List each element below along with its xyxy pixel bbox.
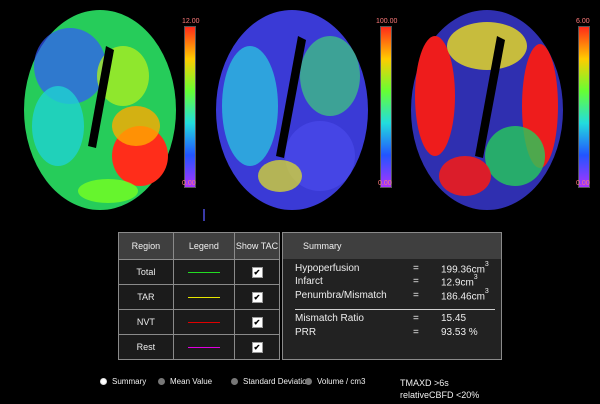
radio-icon[interactable] xyxy=(231,378,238,386)
option-volume[interactable]: Volume / cm3 xyxy=(305,377,365,386)
colorbar-middle-max: 100.00 xyxy=(376,18,398,25)
perfusion-map-left xyxy=(18,6,183,211)
colorbar-left-min: 0.00 xyxy=(182,180,196,187)
show-tac-checkbox-nvt[interactable]: ✔ xyxy=(251,316,263,328)
summary-label: Mismatch Ratio xyxy=(295,313,364,324)
summary-row-hypoperfusion: Hypoperfusion = 199.36cm3 xyxy=(295,261,489,276)
summary-value: 12.9cm xyxy=(441,277,474,289)
summary-label: Infarct xyxy=(295,276,323,287)
summary-divider xyxy=(295,309,495,310)
colorbar-right xyxy=(578,26,590,188)
summary-row-infarct: Infarct = 12.9cm3 xyxy=(295,274,478,289)
summary-row-mismatch-ratio: Mismatch Ratio = 15.45 xyxy=(295,313,467,324)
region-name: NVT xyxy=(118,309,174,335)
legend-line-tar xyxy=(187,297,220,299)
summary-value: 93.53 % xyxy=(441,327,478,338)
colorbar-right-max: 6.00 xyxy=(576,18,590,25)
summary-row-penumbra: Penumbra/Mismatch = 186.46cm3 xyxy=(295,288,489,303)
table-row: NVT ✔ xyxy=(118,309,280,335)
region-name: Rest xyxy=(118,334,174,360)
colorbar-middle xyxy=(380,26,392,188)
radio-icon[interactable] xyxy=(305,378,312,386)
option-summary[interactable]: Summary xyxy=(100,377,146,386)
summary-row-prr: PRR = 93.53 % xyxy=(295,327,478,338)
legend-line-nvt xyxy=(187,322,220,324)
threshold-cbf: relativeCBFD <20% xyxy=(400,390,480,400)
table-row: Total ✔ xyxy=(118,259,280,285)
slice-position-marker[interactable] xyxy=(203,209,205,221)
legend-line-total xyxy=(187,272,220,274)
summary-value: 15.45 xyxy=(441,313,467,324)
perfusion-map-middle xyxy=(210,6,375,211)
colorbar-left-max: 12.00 xyxy=(182,18,200,25)
summary-label: Hypoperfusion xyxy=(295,263,360,274)
option-standard-deviation[interactable]: Standard Deviation xyxy=(231,377,311,386)
table-row: TAR ✔ xyxy=(118,284,280,310)
summary-label: PRR xyxy=(295,327,317,338)
legend-header: Legend xyxy=(172,232,236,260)
perfusion-map-right xyxy=(405,6,570,211)
summary-label: Penumbra/Mismatch xyxy=(295,290,387,301)
colorbar-left xyxy=(184,26,196,188)
show-tac-checkbox-tar[interactable]: ✔ xyxy=(251,291,263,303)
region-table: Region Legend Show TAC Total ✔ TAR ✔ NVT… xyxy=(118,232,280,360)
region-name: Total xyxy=(118,259,174,285)
table-row: Rest ✔ xyxy=(118,334,280,360)
summary-title: Summary xyxy=(283,233,501,259)
threshold-tmax: TMAXD >6s xyxy=(400,378,449,388)
radio-selected-icon[interactable] xyxy=(100,378,107,386)
show-tac-checkbox-total[interactable]: ✔ xyxy=(251,266,263,278)
summary-value: 186.46cm xyxy=(441,291,485,303)
threshold-info: TMAXD >6s relativeCBFD <20% xyxy=(400,377,479,401)
region-name: TAR xyxy=(118,284,174,310)
summary-panel: Summary Hypoperfusion = 199.36cm3 Infarc… xyxy=(282,232,502,360)
summary-value: 199.36cm xyxy=(441,264,485,276)
show-tac-header: Show TAC xyxy=(234,232,280,260)
legend-line-rest xyxy=(187,347,220,349)
option-mean-value[interactable]: Mean Value xyxy=(158,377,212,386)
show-tac-checkbox-rest[interactable]: ✔ xyxy=(251,341,263,353)
colorbar-right-min: 0.00 xyxy=(576,180,590,187)
colorbar-middle-min: 0.00 xyxy=(378,180,392,187)
region-header: Region xyxy=(118,232,174,260)
radio-icon[interactable] xyxy=(158,378,165,386)
